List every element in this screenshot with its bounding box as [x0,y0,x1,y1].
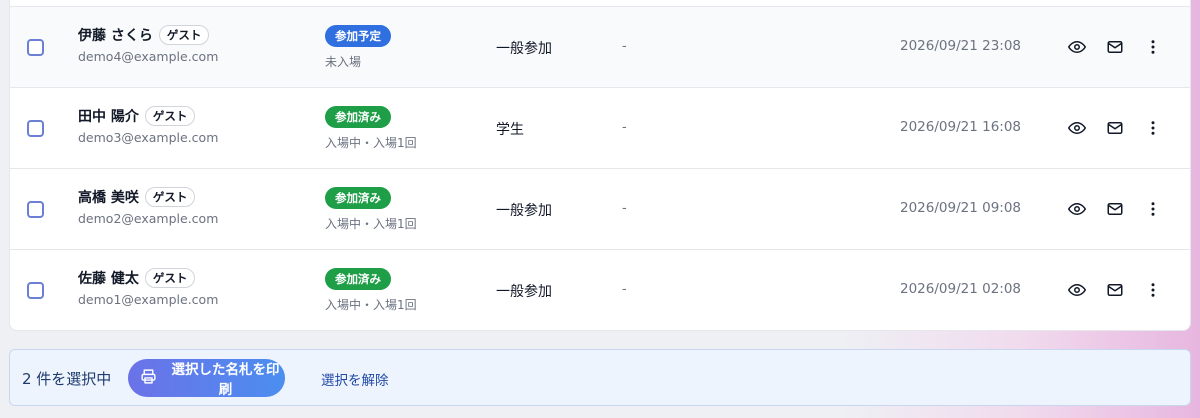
status-badge: 参加済み [325,268,391,290]
eye-icon[interactable] [1066,36,1088,58]
note-cell: - [622,201,627,216]
attendee-name: 高橋 美咲 [78,190,139,206]
table-row: 田中 陽介 ゲスト demo3@example.com 参加済み 入場中・入場1… [10,88,1190,169]
ticket-category: 一般参加 [496,284,552,300]
clear-selection-link[interactable]: 選択を解除 [321,369,389,389]
attendee-email: demo2@example.com [78,211,219,226]
note-cell: - [622,120,627,135]
entry-status: 入場中・入場1回 [325,298,417,312]
note-cell: - [622,39,627,54]
status-badge: 参加済み [325,106,391,128]
guest-tag: ゲスト [144,187,196,207]
mail-icon[interactable] [1104,36,1126,58]
table-row: 高橋 美咲 ゲスト demo2@example.com 参加済み 入場中・入場1… [10,169,1190,250]
mail-icon[interactable] [1104,198,1126,220]
selection-action-bar: 2 件を選択中 選択した名札を印刷 選択を解除 [9,349,1191,406]
eye-icon[interactable] [1066,117,1088,139]
ticket-category: 一般参加 [496,203,552,219]
attendee-name-line: 田中 陽介 ゲスト [78,105,196,127]
attendee-name: 田中 陽介 [78,109,139,125]
row-checkbox[interactable] [27,201,44,218]
registered-datetime: 2026/09/21 09:08 [900,200,1022,216]
row-checkbox[interactable] [27,120,44,137]
attendee-name-line: 佐藤 健太 ゲスト [78,267,196,289]
attendee-name: 佐藤 健太 [78,271,139,287]
status-badge: 参加済み [325,187,391,209]
printer-icon [140,368,157,388]
guest-tag: ゲスト [144,106,196,126]
more-vertical-icon[interactable] [1142,117,1164,139]
registered-datetime: 2026/09/21 02:08 [900,281,1022,297]
attendee-table: 伊藤 さくら ゲスト demo4@example.com 参加予定 未入場 一般… [9,0,1191,331]
attendee-name: 伊藤 さくら [78,28,153,44]
ticket-category: 学生 [496,122,524,138]
note-cell: - [622,282,627,297]
status-badge: 参加予定 [325,25,391,47]
attendee-email: demo1@example.com [78,292,219,307]
entry-status: 未入場 [325,55,362,69]
mail-icon[interactable] [1104,117,1126,139]
more-vertical-icon[interactable] [1142,36,1164,58]
print-name-tags-button[interactable]: 選択した名札を印刷 [128,359,285,397]
row-checkbox[interactable] [27,282,44,299]
entry-status: 入場中・入場1回 [325,136,417,150]
eye-icon[interactable] [1066,198,1088,220]
entry-status: 入場中・入場1回 [325,217,417,231]
attendee-email: demo4@example.com [78,49,219,64]
row-checkbox[interactable] [27,39,44,56]
table-row: 佐藤 健太 ゲスト demo1@example.com 参加済み 入場中・入場1… [10,250,1190,330]
ticket-category: 一般参加 [496,41,552,57]
more-vertical-icon[interactable] [1142,198,1164,220]
registered-datetime: 2026/09/21 23:08 [900,38,1022,54]
more-vertical-icon[interactable] [1142,279,1164,301]
print-button-label: 選択した名札を印刷 [171,362,280,397]
attendee-name-line: 伊藤 さくら ゲスト [78,24,210,46]
mail-icon[interactable] [1104,279,1126,301]
guest-tag: ゲスト [144,268,196,288]
registered-datetime: 2026/09/21 16:08 [900,119,1022,135]
attendee-name-line: 高橋 美咲 ゲスト [78,186,196,208]
guest-tag: ゲスト [158,25,210,45]
attendee-email: demo3@example.com [78,130,219,145]
eye-icon[interactable] [1066,279,1088,301]
table-row: 伊藤 さくら ゲスト demo4@example.com 参加予定 未入場 一般… [10,7,1190,88]
selected-count: 2 件を選択中 [22,370,112,388]
